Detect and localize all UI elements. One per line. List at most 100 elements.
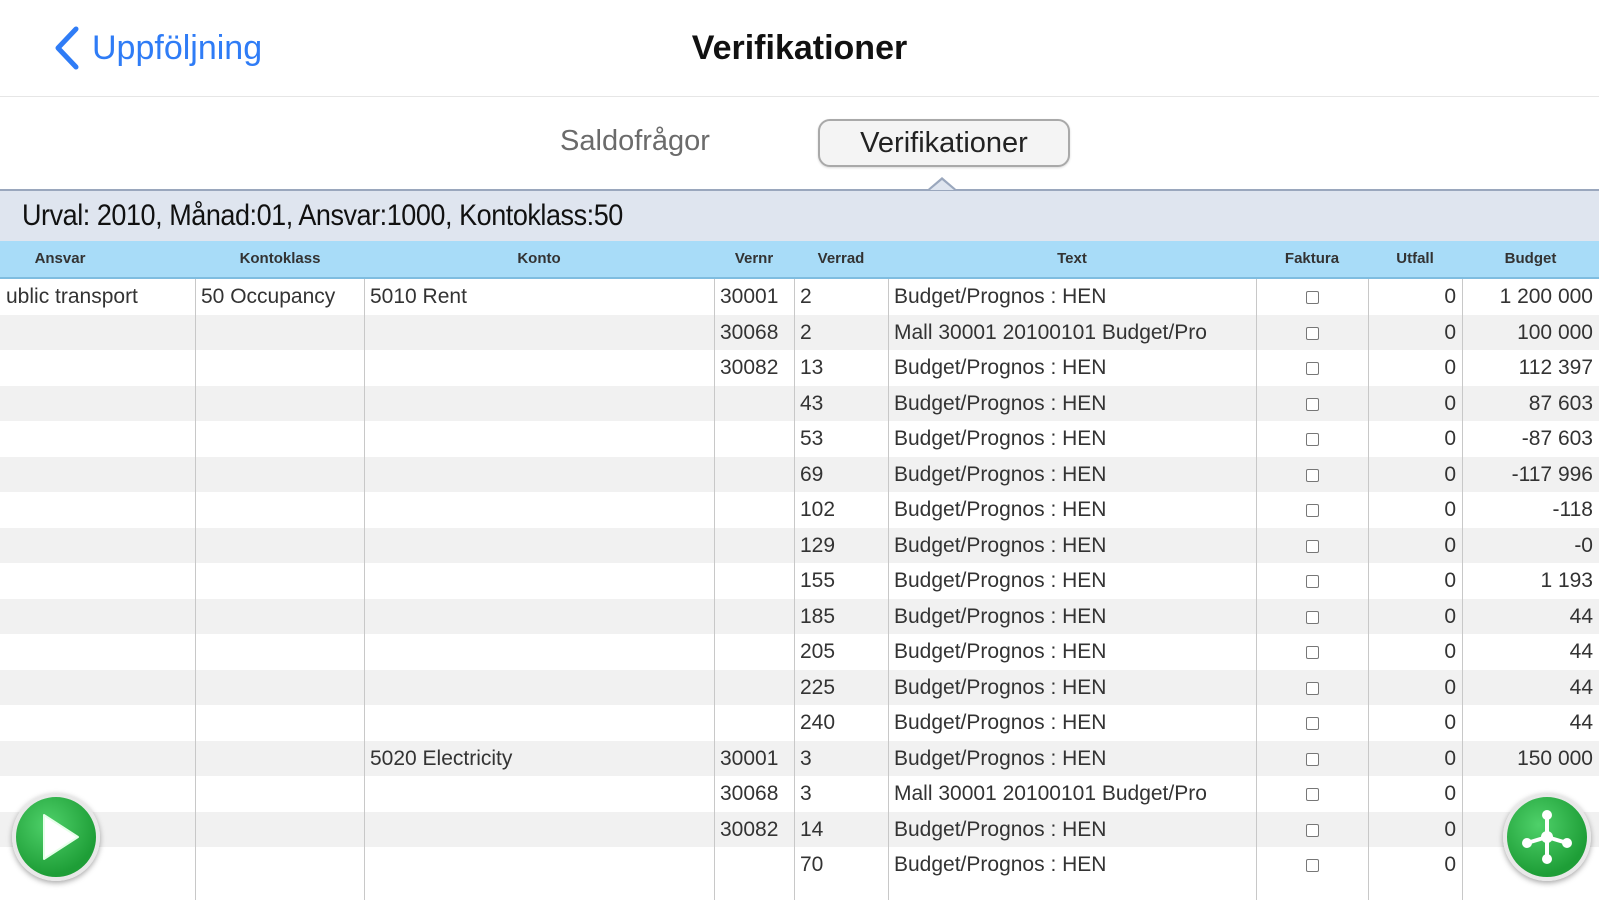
column-header-faktura[interactable]: Faktura <box>1256 241 1368 277</box>
column-header-kontoklass[interactable]: Kontoklass <box>196 241 364 277</box>
cell-text: Budget/Prognos : HEN <box>894 711 1107 734</box>
table-row[interactable]: 70 Budget/Prognos : HEN 0 <box>0 847 1599 883</box>
faktura-checkbox[interactable] <box>1306 752 1319 766</box>
faktura-checkbox[interactable] <box>1306 717 1319 730</box>
column-header-text[interactable]: Text <box>888 241 1256 277</box>
table-row[interactable]: 102 Budget/Prognos : HEN 0 -118 <box>0 492 1599 528</box>
faktura-checkbox[interactable] <box>1306 326 1319 340</box>
faktura-checkbox[interactable] <box>1306 610 1319 624</box>
table-row[interactable]: 240 Budget/Prognos : HEN 0 44 <box>0 705 1599 741</box>
tab-saldofragor[interactable]: Saldofrågor <box>540 119 730 163</box>
table-row[interactable]: 30068 2 Mall 30001 20100101 Budget/Pro 0 100… <box>0 314 1599 351</box>
column-header-konto[interactable]: Konto <box>364 241 714 277</box>
cell-verrad: 14 <box>800 817 824 841</box>
cell-text: Budget/Prognos : HEN <box>894 675 1107 699</box>
table-row[interactable]: 30068 3 Mall 30001 20100101 Budget/Pro 0 <box>0 776 1599 812</box>
cell-budget: 150 000 <box>1517 746 1593 770</box>
cell-verrad: 13 <box>800 356 824 379</box>
cell-budget: -0 <box>1574 533 1593 557</box>
verifications-table[interactable]: ublic transport 50 Occupancy 5010 Rent 3000… <box>0 279 1599 900</box>
cell-ansvar <box>0 386 195 422</box>
cell-kontoklass <box>195 705 364 741</box>
cell-konto <box>364 421 714 457</box>
cell-ansvar <box>0 705 195 741</box>
cell-konto: 5020 Electricity <box>370 746 513 770</box>
cell-ansvar <box>0 492 195 528</box>
cell-kontoklass <box>195 741 364 777</box>
cell-vernr <box>714 670 794 706</box>
column-divider <box>888 279 889 900</box>
cell-verrad: 2 <box>800 320 812 344</box>
cell-text: Budget/Prognos : HEN <box>894 462 1107 486</box>
faktura-checkbox[interactable] <box>1306 575 1319 588</box>
table-row[interactable]: 225 Budget/Prognos : HEN 0 44 <box>0 669 1599 706</box>
table-row[interactable]: 205 Budget/Prognos : HEN 0 44 <box>0 634 1599 670</box>
column-header-verrad[interactable]: Verrad <box>794 241 888 277</box>
column-header-utfall[interactable]: Utfall <box>1368 241 1462 277</box>
faktura-checkbox[interactable] <box>1306 468 1319 482</box>
cell-text: Mall 30001 20100101 Budget/Pro <box>894 782 1207 805</box>
cell-budget: 87 603 <box>1528 391 1593 415</box>
table-row[interactable]: 43 Budget/Prognos : HEN 0 87 603 <box>0 385 1599 422</box>
cell-vernr: 30082 <box>720 817 779 841</box>
column-header-vernr[interactable]: Vernr <box>714 241 794 277</box>
table-row[interactable]: 53 Budget/Prognos : HEN 0 -87 603 <box>0 421 1599 457</box>
faktura-checkbox[interactable] <box>1306 823 1319 837</box>
faktura-checkbox[interactable] <box>1306 788 1319 801</box>
cell-ansvar <box>0 315 195 351</box>
cell-utfall: 0 <box>1444 711 1456 734</box>
play-button[interactable] <box>12 793 100 881</box>
table-row[interactable]: 30082 13 Budget/Prognos : HEN 0 112 397 <box>0 350 1599 386</box>
column-header-budget[interactable]: Budget <box>1462 241 1599 277</box>
table-row[interactable]: 155 Budget/Prognos : HEN 0 1 193 <box>0 563 1599 599</box>
cell-utfall: 0 <box>1444 569 1456 592</box>
cell-ansvar <box>0 421 195 457</box>
cell-utfall: 0 <box>1444 604 1456 628</box>
faktura-checkbox[interactable] <box>1306 646 1319 659</box>
cell-konto <box>364 528 714 564</box>
cell-budget: -118 <box>1552 498 1593 521</box>
table-row[interactable]: ublic transport 50 Occupancy 5010 Rent 3000… <box>0 279 1599 315</box>
faktura-checkbox[interactable] <box>1306 504 1319 517</box>
cell-kontoklass <box>195 457 364 493</box>
faktura-checkbox[interactable] <box>1306 362 1319 375</box>
cell-ansvar <box>0 457 195 493</box>
cell-vernr: 30001 <box>720 746 779 770</box>
cell-ansvar <box>0 350 195 386</box>
column-header-ansvar[interactable]: Ansvar <box>0 241 120 277</box>
table-row[interactable]: 69 Budget/Prognos : HEN 0 -117 996 <box>0 456 1599 493</box>
cell-utfall: 0 <box>1444 817 1456 841</box>
faktura-checkbox[interactable] <box>1306 681 1319 695</box>
column-divider <box>1256 279 1257 900</box>
cell-ansvar <box>0 599 195 635</box>
table-row[interactable]: 30082 14 Budget/Prognos : HEN 0 <box>0 811 1599 848</box>
cell-verrad: 129 <box>800 533 836 557</box>
table-row[interactable]: 5020 Electricity 30001 3 Budget/Prognos : H… <box>0 740 1599 777</box>
faktura-checkbox[interactable] <box>1306 291 1319 304</box>
column-divider <box>794 279 795 900</box>
cell-kontoklass <box>195 670 364 706</box>
cell-konto <box>364 315 714 351</box>
cell-vernr <box>714 634 794 670</box>
cell-verrad: 185 <box>800 604 836 628</box>
share-button[interactable] <box>1503 793 1591 881</box>
faktura-checkbox[interactable] <box>1306 859 1319 872</box>
cell-kontoklass: 50 Occupancy <box>201 285 336 308</box>
tab-verifikationer[interactable]: Verifikationer <box>818 119 1070 167</box>
faktura-checkbox[interactable] <box>1306 539 1319 553</box>
cell-utfall: 0 <box>1444 285 1456 308</box>
table-row[interactable]: 185 Budget/Prognos : HEN 0 44 <box>0 598 1599 635</box>
faktura-checkbox[interactable] <box>1306 433 1319 446</box>
faktura-checkbox[interactable] <box>1306 397 1319 411</box>
cell-konto <box>364 457 714 493</box>
cell-utfall: 0 <box>1444 746 1456 770</box>
selection-bar: Urval: 2010, Månad:01, Ansvar:1000, Kont… <box>0 189 1599 241</box>
table-row[interactable]: 129 Budget/Prognos : HEN 0 -0 <box>0 527 1599 564</box>
cell-kontoklass <box>195 812 364 848</box>
cell-kontoklass <box>195 350 364 386</box>
cell-konto <box>364 492 714 528</box>
column-divider <box>195 279 196 900</box>
cell-vernr <box>714 599 794 635</box>
cell-ansvar <box>0 528 195 564</box>
cell-ansvar: ublic transport <box>6 285 138 308</box>
